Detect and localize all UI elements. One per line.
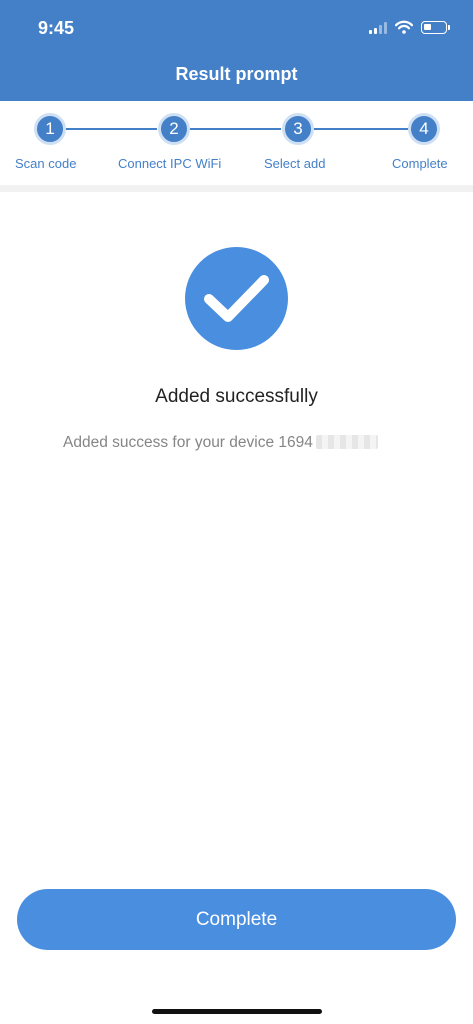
step-4-label: Complete (392, 156, 448, 171)
step-1-label: Scan code (15, 156, 77, 171)
redacted-device-id (315, 435, 378, 449)
result-description-text: Added success for your device 1694 (63, 434, 313, 451)
step-2-label: Connect IPC WiFi (118, 156, 222, 171)
success-badge (185, 247, 288, 350)
page-title: Result prompt (175, 64, 298, 84)
status-time: 9:45 (38, 18, 75, 38)
step-3-indicator: 3 (282, 113, 314, 145)
step-connector (66, 128, 157, 130)
checkmark-icon (204, 275, 269, 322)
step-4-indicator: 4 (408, 113, 440, 145)
signal-icon (369, 22, 387, 34)
step-1-indicator: 1 (34, 113, 66, 145)
step-connector (314, 128, 408, 130)
battery-icon (421, 21, 450, 34)
complete-button[interactable]: Complete (17, 889, 456, 950)
header-bar: 9:45 Result prompt (0, 0, 473, 101)
result-description: Added success for your device 1694 (63, 434, 378, 452)
step-2-indicator: 2 (158, 113, 190, 145)
status-icons (369, 20, 450, 34)
step-connector (190, 128, 281, 130)
step-3-label: Select add (264, 156, 326, 171)
wifi-icon (395, 20, 413, 34)
result-title: Added successfully (155, 386, 318, 407)
progress-stepper: 1 2 3 4 Scan code Connect IPC WiFi Selec… (0, 101, 473, 185)
home-indicator (152, 1009, 322, 1014)
section-divider (0, 185, 473, 192)
